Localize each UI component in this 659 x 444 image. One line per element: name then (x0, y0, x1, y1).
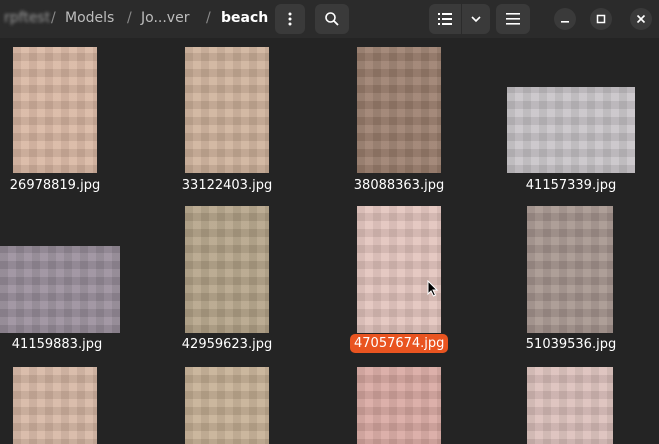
close-button[interactable] (630, 8, 652, 30)
list-view-icon (438, 13, 452, 25)
file-thumbnail[interactable] (507, 87, 635, 173)
breadcrumb-separator: / (206, 10, 211, 26)
file-grid: 26978819.jpg 33122403.jpg 38088363.jpg 4… (0, 38, 659, 444)
file-name[interactable]: 41157339.jpg (519, 177, 623, 194)
breadcrumb-models[interactable]: Models (65, 10, 114, 26)
file-thumbnail[interactable] (185, 206, 269, 333)
file-thumbnail[interactable] (0, 246, 120, 333)
file-thumbnail[interactable] (185, 47, 269, 173)
header-bar: rpftest / Models / Jo...ver / beach (0, 0, 659, 38)
file-thumbnail[interactable] (527, 206, 613, 333)
list-view-button[interactable] (429, 4, 461, 34)
file-thumbnail[interactable] (185, 367, 269, 444)
file-name-selected[interactable]: 47057674.jpg (350, 334, 449, 353)
minimize-button[interactable] (554, 8, 576, 30)
breadcrumb-separator: / (51, 10, 56, 26)
file-name[interactable]: 42959623.jpg (175, 336, 279, 353)
file-thumbnail[interactable] (357, 47, 441, 173)
file-thumbnail[interactable] (13, 367, 97, 444)
vertical-ellipsis-icon (288, 12, 292, 26)
file-thumbnail[interactable] (13, 47, 97, 173)
main-menu-button[interactable] (496, 4, 530, 34)
file-name[interactable]: 38088363.jpg (347, 177, 451, 194)
folder-menu-button[interactable] (275, 4, 305, 34)
minimize-icon (561, 21, 569, 23)
maximize-icon (596, 14, 606, 24)
mouse-pointer-icon (427, 280, 439, 297)
search-icon (325, 12, 339, 26)
close-icon (636, 14, 646, 24)
breadcrumb-parent[interactable]: rpftest (4, 10, 50, 26)
file-name[interactable]: 41159883.jpg (5, 336, 109, 353)
hamburger-icon (506, 13, 520, 25)
file-thumbnail[interactable] (527, 367, 613, 444)
breadcrumb-current[interactable]: beach (221, 10, 268, 26)
breadcrumb-jo[interactable]: Jo...ver (141, 10, 189, 26)
maximize-button[interactable] (590, 8, 612, 30)
search-button[interactable] (315, 4, 349, 34)
file-name[interactable]: 51039536.jpg (519, 336, 623, 353)
file-name[interactable]: 26978819.jpg (3, 177, 107, 194)
file-thumbnail[interactable] (357, 206, 441, 333)
file-name[interactable]: 33122403.jpg (175, 177, 279, 194)
view-options-button[interactable] (462, 4, 490, 34)
breadcrumb-separator: / (127, 10, 132, 26)
chevron-down-icon (471, 16, 481, 23)
file-thumbnail[interactable] (357, 367, 441, 444)
